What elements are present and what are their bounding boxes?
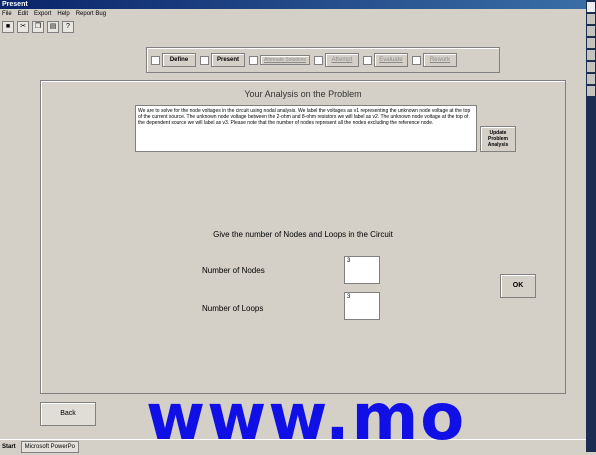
back-button[interactable]: Back xyxy=(40,402,96,426)
alternate-solutions-button: Alternate Solutions xyxy=(260,55,310,65)
paste-icon[interactable]: ▤ xyxy=(47,21,59,33)
menu-file[interactable]: File xyxy=(2,9,12,19)
nodes-input[interactable]: 3 xyxy=(344,256,380,284)
toolbar: ■ ✂ ❐ ▤ ? xyxy=(2,21,74,33)
strip-icon-2[interactable] xyxy=(587,26,595,36)
menu-help[interactable]: Help xyxy=(57,9,69,19)
tab-alternate-solutions: Alternate Solutions xyxy=(249,55,310,65)
strip-icon-7[interactable] xyxy=(587,86,595,96)
strip-icon-4[interactable] xyxy=(587,50,595,60)
attempt-checkbox xyxy=(313,55,323,65)
define-button[interactable]: Define xyxy=(162,53,196,67)
menu-edit[interactable]: Edit xyxy=(18,9,28,19)
present-checkbox[interactable] xyxy=(200,55,209,65)
strip-icon-5[interactable] xyxy=(587,62,595,72)
side-strip xyxy=(586,0,596,452)
menu-bar: File Edit Export Help Report Bug xyxy=(0,9,588,19)
strip-icon-6[interactable] xyxy=(587,74,595,84)
panel-title: Your Analysis on the Problem xyxy=(244,89,362,99)
start-button[interactable]: Start xyxy=(0,444,18,450)
update-analysis-button[interactable]: Update Problem Analysis xyxy=(480,126,516,152)
step-tabs: Define Present Alternate Solutions Attem… xyxy=(146,47,500,73)
rework-button: Rework xyxy=(422,53,457,67)
menu-report-bug[interactable]: Report Bug xyxy=(76,9,106,19)
window-title: Present xyxy=(0,0,588,9)
tab-rework: Rework xyxy=(411,53,457,67)
attempt-button: Attempt xyxy=(324,53,359,67)
tab-define[interactable]: Define xyxy=(151,53,196,67)
ok-button[interactable]: OK xyxy=(500,274,536,298)
taskbar-item-powerpoint[interactable]: Microsoft PowerPo xyxy=(20,440,80,453)
define-checkbox[interactable] xyxy=(151,55,160,65)
evaluate-checkbox xyxy=(362,55,372,65)
analysis-panel: Your Analysis on the Problem We are to s… xyxy=(40,80,566,394)
tab-present[interactable]: Present xyxy=(200,53,245,67)
rework-checkbox xyxy=(411,55,421,65)
save-icon[interactable]: ■ xyxy=(2,21,14,33)
evaluate-button: Evaluate xyxy=(373,53,408,67)
strip-icon-1[interactable] xyxy=(587,14,595,24)
strip-icon-3[interactable] xyxy=(587,38,595,48)
loops-label: Number of Loops xyxy=(202,304,264,313)
question-label: Give the number of Nodes and Loops in th… xyxy=(213,230,393,239)
watermark: www.mo xyxy=(146,381,467,455)
help-icon[interactable]: ? xyxy=(62,21,74,33)
menu-export[interactable]: Export xyxy=(34,9,51,19)
office-icon[interactable] xyxy=(587,2,595,12)
cut-icon[interactable]: ✂ xyxy=(17,21,29,33)
copy-icon[interactable]: ❐ xyxy=(32,21,44,33)
tab-evaluate: Evaluate xyxy=(362,53,408,67)
analysis-textbox[interactable]: We are to solve for the node voltages in… xyxy=(135,105,477,152)
alternate-checkbox xyxy=(249,55,258,65)
nodes-label: Number of Nodes xyxy=(202,266,265,275)
present-button[interactable]: Present xyxy=(211,53,245,67)
loops-input[interactable]: 3 xyxy=(344,292,380,320)
tab-attempt: Attempt xyxy=(313,53,359,67)
